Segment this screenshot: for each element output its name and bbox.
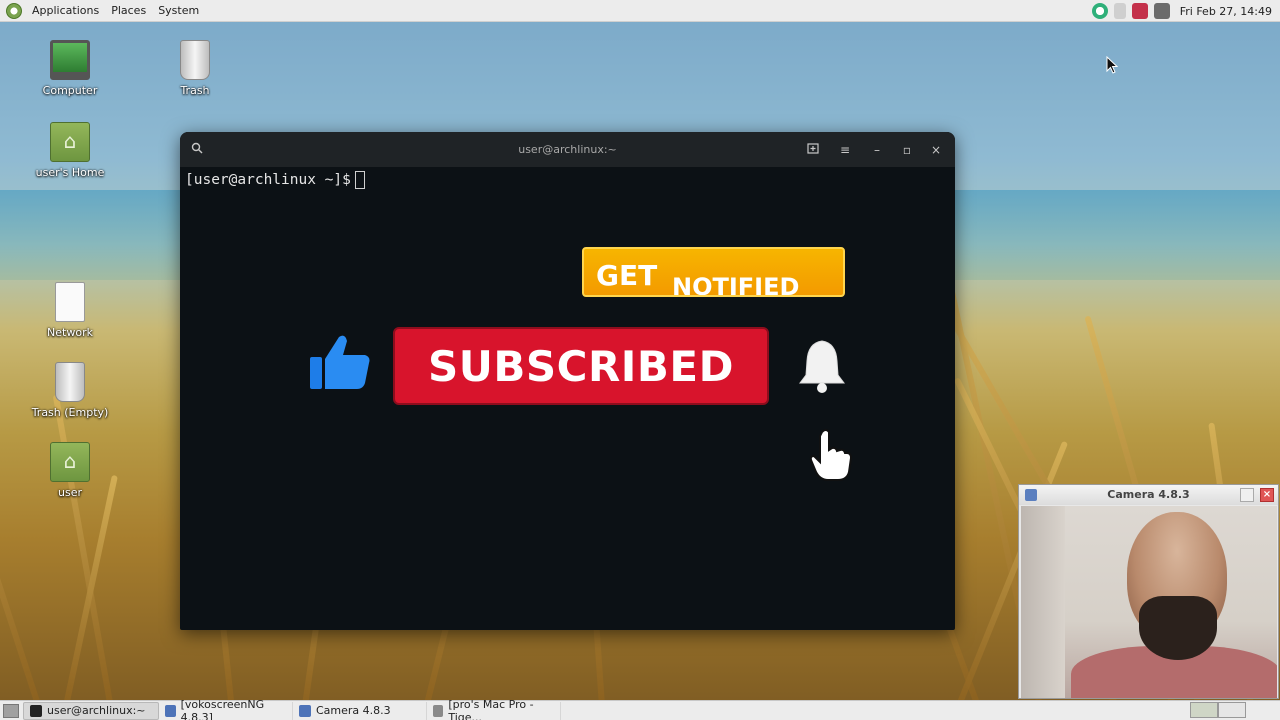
desktop-icon-home[interactable]: user's Home xyxy=(25,122,115,179)
workspace-1[interactable] xyxy=(1190,702,1218,718)
desktop-icon-label: Trash (Empty) xyxy=(31,406,109,419)
thumbs-up-icon xyxy=(307,333,373,393)
close-icon[interactable]: × xyxy=(1260,488,1274,502)
new-tab-icon[interactable] xyxy=(804,141,822,159)
top-panel: Applications Places System Fri Feb 27, 1… xyxy=(0,0,1280,22)
network-file-icon xyxy=(55,282,85,322)
desktop-icon-trash[interactable]: Trash xyxy=(150,40,240,97)
terminal-titlebar[interactable]: user@archlinux:~ ≡ – ▫ × xyxy=(180,132,955,167)
webcam-feed xyxy=(1021,506,1277,698)
get-notified-banner: GET NOTIFIED xyxy=(582,247,845,297)
menu-applications[interactable]: Applications xyxy=(26,0,105,22)
menu-places[interactable]: Places xyxy=(105,0,152,22)
show-desktop-icon[interactable] xyxy=(3,703,19,718)
system-tray: Fri Feb 27, 14:49 xyxy=(1091,0,1280,22)
get-word: GET xyxy=(596,259,658,292)
shell-prompt: [user@archlinux ~]$ xyxy=(185,172,351,188)
display-icon[interactable] xyxy=(1153,3,1170,19)
notified-word: NOTIFIED xyxy=(672,273,800,297)
bottom-taskbar: user@archlinux:~ [vokoscreenNG 4.8.3] Ca… xyxy=(0,698,1280,720)
desktop-icon-label: Network xyxy=(47,326,93,339)
keyring-icon[interactable] xyxy=(1113,3,1126,19)
desktop-icon-network[interactable]: Network xyxy=(25,282,115,339)
workspace-2[interactable] xyxy=(1218,702,1246,718)
desktop-icon-label: user's Home xyxy=(35,166,105,179)
vokoscreen-icon xyxy=(165,704,176,717)
clock[interactable]: Fri Feb 27, 14:49 xyxy=(1180,5,1272,18)
distro-logo-icon[interactable] xyxy=(6,2,22,19)
trash-icon xyxy=(180,40,210,80)
home-folder-icon xyxy=(50,442,90,482)
minimize-icon[interactable] xyxy=(1240,488,1254,502)
close-icon[interactable]: × xyxy=(927,141,945,159)
desktop-icon-label: Computer xyxy=(42,84,98,97)
pointer-hand-icon xyxy=(808,428,854,482)
notification-bell-icon xyxy=(796,337,848,395)
remote-desktop-icon xyxy=(433,704,444,717)
computer-icon xyxy=(50,40,90,80)
trash-icon xyxy=(55,362,85,402)
terminal-icon xyxy=(30,704,42,717)
terminal-body[interactable]: [user@archlinux ~]$ xyxy=(180,167,955,193)
camera-titlebar[interactable]: Camera 4.8.3 × xyxy=(1019,485,1278,505)
hamburger-menu-icon[interactable]: ≡ xyxy=(836,141,854,159)
camera-app-icon xyxy=(299,704,311,717)
mouse-pointer-icon xyxy=(1106,55,1119,74)
menu-system[interactable]: System xyxy=(152,0,205,22)
desktop-icon-label: Trash xyxy=(180,84,210,97)
maximize-icon[interactable]: ▫ xyxy=(898,141,916,159)
taskbar-item-terminal[interactable]: user@archlinux:~ xyxy=(23,701,159,720)
desktop-icon-label: user xyxy=(58,486,82,499)
home-folder-icon xyxy=(50,122,90,162)
text-cursor xyxy=(354,171,365,189)
taskbar-item-vokoscreen[interactable]: [vokoscreenNG 4.8.3] xyxy=(159,698,293,720)
minimize-icon[interactable]: – xyxy=(868,141,886,159)
screen-recorder-icon[interactable] xyxy=(1131,3,1148,19)
desktop-icon-computer[interactable]: Computer xyxy=(25,40,115,97)
taskbar-item-camera[interactable]: Camera 4.8.3 xyxy=(293,701,427,720)
desktop-icon-trash-empty[interactable]: Trash (Empty) xyxy=(25,362,115,419)
taskbar-item-remote[interactable]: [pro's Mac Pro - Tige... xyxy=(427,698,561,720)
camera-window[interactable]: Camera 4.8.3 × xyxy=(1018,484,1279,699)
desktop-icon-user[interactable]: user xyxy=(25,442,115,499)
subscribed-button: SUBSCRIBED xyxy=(393,327,769,405)
network-status-icon[interactable] xyxy=(1091,3,1108,19)
